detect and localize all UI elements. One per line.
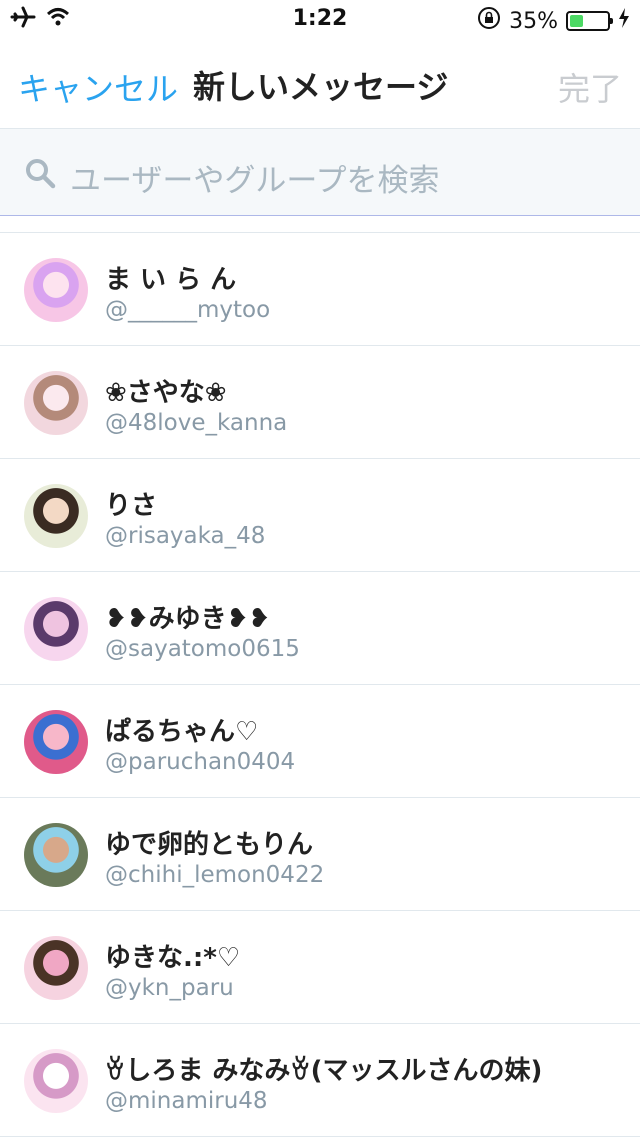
user-handle: @paruchan0404 [105,749,296,775]
avatar [24,371,88,435]
page-title: 新しいメッセージ [193,68,449,106]
user-handle: @minamiru48 [105,1088,268,1114]
search-icon [24,157,56,189]
user-handle: @risayaka_48 [105,523,266,549]
user-name: ❥❥みゆき❥❥ [105,604,271,634]
charging-icon [618,8,630,34]
search-bar[interactable]: ユーザーやグループを検索 [0,128,640,216]
avatar [24,710,88,774]
user-row[interactable]: ま い ら ん @______mytoo [0,233,640,346]
rotation-lock-icon [477,6,501,36]
user-row[interactable]: ゆきな.:*♡ @ykn_paru [0,911,640,1024]
battery-fill [570,15,583,27]
user-list: ま い ら ん @______mytoo ❀さやな❀ @48love_kanna りさ @… [0,232,640,1137]
search-input[interactable]: ユーザーやグループを検索 [70,155,440,200]
avatar [24,484,88,548]
user-name: りさ [105,491,158,521]
user-name: ぱるちゃん♡ [105,717,259,747]
user-name: ❀さやな❀ [105,378,227,408]
user-handle: @48love_kanna [105,410,288,436]
nav-bar: キャンセル 新しいメッセージ 完了 [0,40,640,128]
user-name: ゆで卵的ともりん [105,830,314,860]
battery-icon [566,11,613,31]
done-button[interactable]: 完了 [558,64,622,110]
user-row[interactable]: ❥❥みゆき❥❥ @sayatomo0615 [0,572,640,685]
avatar [24,258,88,322]
avatar [24,1049,88,1113]
user-row[interactable]: ❀さやな❀ @48love_kanna [0,346,640,459]
avatar [24,597,88,661]
status-right: 35% [477,6,630,36]
user-name: ま い ら ん [105,265,237,295]
user-name: ꈊしろま みなみꈊ(マッスルさんの妹) [105,1056,543,1086]
user-name: ゆきな.:*♡ [105,943,241,973]
user-row[interactable]: ぱるちゃん♡ @paruchan0404 [0,685,640,798]
user-handle: @ykn_paru [105,975,234,1001]
user-row[interactable]: りさ @risayaka_48 [0,459,640,572]
user-handle: @sayatomo0615 [105,636,300,662]
battery-percent: 35% [509,8,558,34]
user-row[interactable]: ゆで卵的ともりん @chihi_lemon0422 [0,798,640,911]
user-row[interactable]: ꈊしろま みなみꈊ(マッスルさんの妹) @minamiru48 [0,1024,640,1137]
avatar [24,823,88,887]
status-bar: 1:22 35% [0,0,640,40]
user-handle: @chihi_lemon0422 [105,862,325,888]
user-handle: @______mytoo [105,297,271,323]
cancel-button[interactable]: キャンセル [18,64,178,110]
avatar [24,936,88,1000]
